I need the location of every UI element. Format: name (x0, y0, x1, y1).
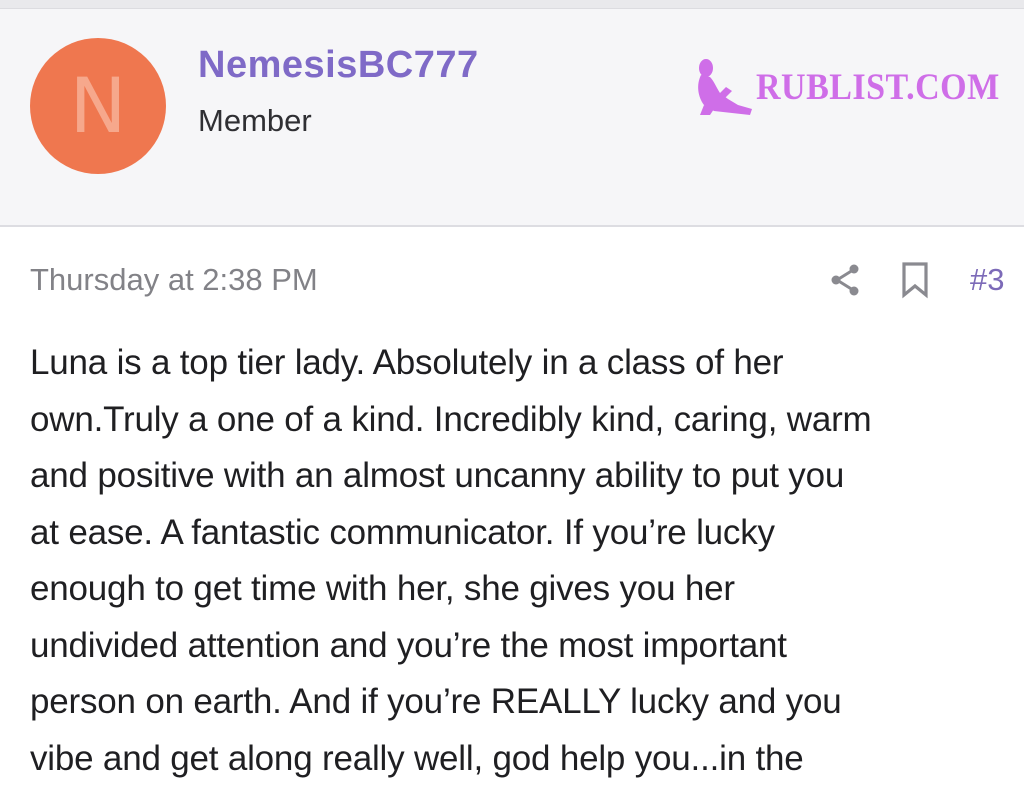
author-username[interactable]: NemesisBC777 (198, 44, 479, 87)
share-icon[interactable] (828, 262, 862, 298)
post-body-line: at ease. A fantastic communicator. If yo… (30, 505, 1020, 562)
post-body-line: enough to get time with her, she gives y… (30, 561, 1020, 618)
post-body-line: own.Truly a one of a kind. Incredibly ki… (30, 392, 1020, 449)
watermark-figure-icon (692, 57, 756, 117)
post-author-header: N NemesisBC777 Member RUBLIST.COM (0, 9, 1024, 227)
post-meta-bar: Thursday at 2:38 PM #3 (30, 258, 1010, 304)
avatar-letter: N (70, 68, 127, 144)
watermark-text: RUBLIST.COM (756, 66, 1000, 109)
post-body-line: and positive with an almost uncanny abil… (30, 448, 1020, 505)
watermark-logo: RUBLIST.COM (692, 57, 1021, 117)
post-body-line: person on earth. And if you’re REALLY lu… (30, 674, 1020, 731)
bookmark-icon[interactable] (900, 261, 930, 299)
avatar[interactable]: N (30, 38, 166, 174)
post-timestamp[interactable]: Thursday at 2:38 PM (30, 262, 318, 298)
top-divider (0, 0, 1024, 9)
post-body-line: undivided attention and you’re the most … (30, 618, 1020, 675)
post-number-link[interactable]: #3 (970, 262, 1004, 298)
post-body: Luna is a top tier lady. Absolutely in a… (30, 335, 1020, 787)
author-title: Member (198, 103, 312, 139)
post-body-line: Luna is a top tier lady. Absolutely in a… (30, 335, 1020, 392)
